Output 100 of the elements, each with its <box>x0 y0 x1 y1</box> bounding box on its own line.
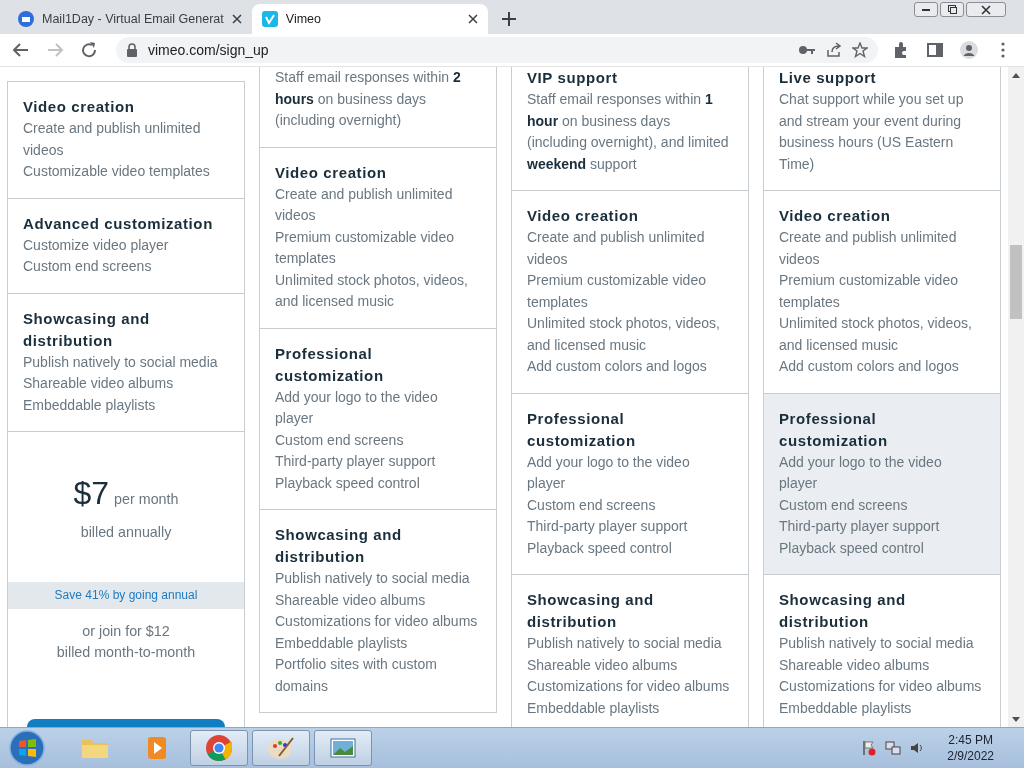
feature-item: Custom end screens <box>23 257 153 276</box>
support-description: Staff email responses within 1 hour on business days (including overnight), and limited weekend support <box>527 90 730 174</box>
profile-avatar-icon[interactable] <box>958 39 980 61</box>
feature-item: Shareable video albums <box>23 374 175 393</box>
url-text: vimeo.com/sign_up <box>148 42 270 58</box>
browser-tab[interactable]: Vimeo <box>251 4 488 34</box>
envelope-favicon-icon <box>18 11 34 27</box>
feature-item: Third-party player support <box>527 517 689 536</box>
feature-item: Embeddable playlists <box>779 698 913 718</box>
feature-item: Add custom colors and logos <box>527 357 708 376</box>
lock-icon <box>126 43 138 57</box>
support-description: Chat support while you set up and stream your event during business hours (US Eastern Time) <box>779 90 965 174</box>
minimize-icon <box>922 8 930 11</box>
address-bar[interactable]: vimeo.com/sign_up <box>116 37 878 63</box>
feature-item: Unlimited stock photos, videos, and licensed music <box>779 314 973 355</box>
feature-item: Custom end screens <box>527 495 657 515</box>
feature-item: Embeddable playlists <box>23 395 157 415</box>
feature-heading: Video creation <box>23 97 136 117</box>
feature-item: Add your logo to the video player <box>527 452 691 493</box>
feature-item: Embeddable playlists <box>275 633 409 653</box>
feature-heading: Video creation <box>275 162 388 183</box>
feature-item: Create and publish unlimited videos <box>275 184 454 225</box>
star-icon[interactable] <box>852 42 868 58</box>
feature-item: Customizations for video albums <box>779 677 982 696</box>
taskbar-app-button[interactable] <box>252 730 310 766</box>
restore-icon <box>947 5 957 14</box>
close-icon[interactable] <box>231 14 242 24</box>
feature-heading: Professional customization <box>275 343 385 386</box>
feature-item: Customizations for video albums <box>275 612 478 631</box>
feature-item: Create and publish unlimited videos <box>23 119 202 160</box>
close-icon <box>981 4 991 15</box>
feature-heading: Advanced customization <box>23 213 214 234</box>
scrollbar[interactable] <box>1008 67 1024 727</box>
chrome-icon <box>203 732 235 764</box>
feature-item: Publish natively to social media <box>275 569 471 588</box>
feature-item: Publish natively to social media <box>527 634 723 653</box>
feature-item: Third-party player support <box>275 452 437 471</box>
feature-item: Embeddable playlists <box>527 698 661 718</box>
feature-heading: Professional customization <box>779 408 889 451</box>
savings-banner: Save 41% by going annual <box>8 582 244 609</box>
network-icon[interactable] <box>885 740 902 756</box>
feature-item: Playback speed control <box>527 538 673 558</box>
feature-heading: Live support <box>779 68 878 88</box>
feature-item: Unlimited stock photos, videos, and licensed music <box>527 314 721 355</box>
feature-item: Premium customizable video templates <box>527 271 707 312</box>
feature-item: Premium customizable video templates <box>779 271 959 312</box>
taskbar-app-button[interactable] <box>190 730 248 766</box>
feature-heading: Video creation <box>527 206 640 226</box>
billing-note: billed month-to-month <box>55 643 197 662</box>
feature-item: Add your logo to the video player <box>275 387 439 428</box>
feature-item: Shareable video albums <box>527 655 679 675</box>
flag-icon[interactable] <box>861 740 878 756</box>
taskbar-app-button[interactable] <box>314 730 372 766</box>
clock-time[interactable]: 2:45 PM <box>948 732 993 748</box>
feature-item: Customizable video templates <box>23 162 211 181</box>
close-button[interactable] <box>966 2 1006 17</box>
restore-button[interactable] <box>940 2 964 17</box>
feature-item: Portfolio sites with custom domains <box>275 655 438 696</box>
feature-item: Publish natively to social media <box>779 634 975 653</box>
feature-item: Custom end screens <box>275 430 405 450</box>
feature-heading: Video creation <box>779 206 892 226</box>
billing-note: billed annually <box>79 524 173 540</box>
feature-item: Publish natively to social media <box>23 352 219 372</box>
feature-item: Playback speed control <box>275 473 421 493</box>
feature-item: Playback speed control <box>779 538 925 558</box>
plus-icon <box>501 12 516 26</box>
feature-heading: Showcasing and distribution <box>23 308 151 351</box>
new-tab-button[interactable] <box>499 10 518 28</box>
share-icon[interactable] <box>826 42 842 58</box>
price-period: per month <box>114 491 179 507</box>
feature-item: Third-party player support <box>779 517 941 536</box>
scrollbar-thumb[interactable] <box>1010 245 1022 319</box>
close-icon[interactable] <box>467 14 478 24</box>
feature-item: Add custom colors and logos <box>779 357 960 376</box>
feature-item: Shareable video albums <box>779 655 931 675</box>
feature-item: Customizations for video albums <box>527 677 730 696</box>
feature-item: Create and publish unlimited videos <box>779 228 958 269</box>
scroll-down-arrow-icon[interactable] <box>1012 716 1020 722</box>
feature-item: Shareable video albums <box>275 590 427 610</box>
feature-item: Add your logo to the video player <box>779 452 943 493</box>
browser-tab[interactable]: Mail1Day - Virtual Email Generat <box>8 4 252 34</box>
feature-heading: Showcasing and distribution <box>275 525 403 567</box>
feature-heading: Showcasing and distribution <box>527 590 655 632</box>
minimize-button[interactable] <box>914 2 938 17</box>
feature-item: Custom end screens <box>779 495 909 515</box>
scroll-up-arrow-icon[interactable] <box>1012 72 1020 78</box>
feature-item: Premium customizable video templates <box>275 227 455 268</box>
feature-heading: Professional customization <box>527 408 637 451</box>
feature-item: Unlimited stock photos, videos, and licensed music <box>275 270 469 311</box>
site-favicon-icon <box>261 11 278 27</box>
start-button[interactable] <box>6 729 48 767</box>
feature-item: Create and publish unlimited videos <box>527 228 706 269</box>
support-description: Staff email responses within 2 hours on business days (including overnight) <box>275 68 462 130</box>
key-icon[interactable] <box>798 44 816 56</box>
feature-heading: Showcasing and distribution <box>779 590 907 632</box>
price-amount: $7 <box>73 475 110 512</box>
feature-heading: VIP support <box>527 68 619 88</box>
clock-date[interactable]: 2/9/2022 <box>947 748 994 764</box>
feature-item: Customize video player <box>23 235 170 255</box>
monthly-price-note: or join for $12 <box>81 622 171 641</box>
